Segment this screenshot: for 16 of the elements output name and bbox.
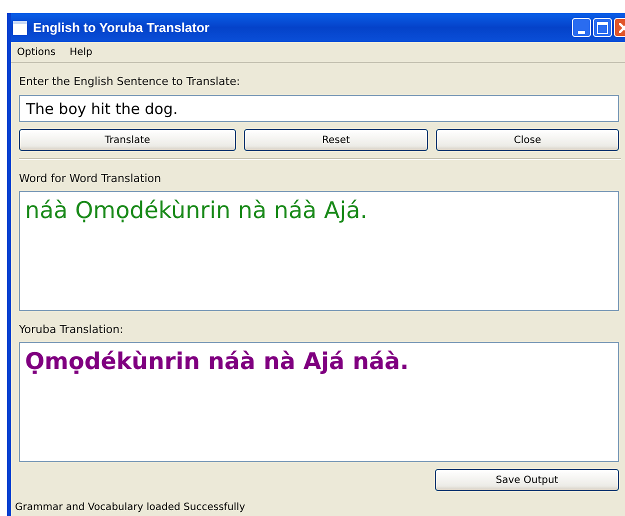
reset-button[interactable]: Reset xyxy=(244,129,428,151)
output-label: Yoruba Translation: xyxy=(19,323,124,337)
output-box[interactable]: Ọmọdékùnrin náà nà Ajá náà. xyxy=(19,342,619,462)
field-label: Enter the English Sentence to Translate: xyxy=(19,75,242,89)
output-box[interactable]: náà Ọmọdékùnrin nà náà Ajá. xyxy=(19,191,619,311)
input-field[interactable]: The boy hit the dog. xyxy=(19,95,619,122)
output-text: Ọmọdékùnrin náà nà Ajá náà. xyxy=(25,349,409,375)
status-text: Grammar and Vocabulary loaded Successfully xyxy=(15,502,246,513)
menu-item[interactable]: Help xyxy=(70,46,92,58)
output-label: Word for Word Translation xyxy=(19,172,162,186)
translate-button[interactable]: Translate xyxy=(19,129,236,151)
menu-item[interactable]: Options xyxy=(17,46,56,58)
close-app-button[interactable]: Close xyxy=(436,129,619,151)
window-title: English to Yoruba Translator xyxy=(33,20,210,35)
output-text: náà Ọmọdékùnrin nà náà Ajá. xyxy=(25,198,368,224)
save-button[interactable]: Save Output xyxy=(435,469,619,491)
